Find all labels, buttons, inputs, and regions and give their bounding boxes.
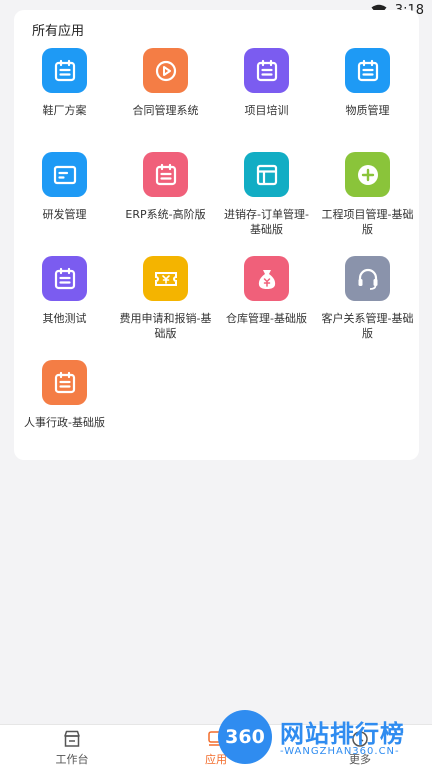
workbench-icon bbox=[64, 730, 80, 747]
watermark-badge: 360 bbox=[218, 710, 272, 764]
money-bag-icon bbox=[244, 256, 289, 301]
app-label: 物质管理 bbox=[345, 104, 390, 117]
card-title: 所有应用 bbox=[32, 24, 85, 39]
display-icon bbox=[42, 152, 87, 197]
calendar-icon bbox=[345, 48, 390, 93]
app-label: 研发管理 bbox=[42, 208, 87, 221]
app-13[interactable]: 人事行政-基础版 bbox=[14, 360, 115, 464]
app-3[interactable]: 项目培训 bbox=[216, 48, 317, 152]
watermark-subtitle: -WANGZHAN360.CN- bbox=[280, 746, 400, 757]
app-9[interactable]: 其他测试 bbox=[14, 256, 115, 360]
app-1[interactable]: 鞋厂方案 bbox=[14, 48, 115, 152]
calendar-icon bbox=[244, 48, 289, 93]
app-label: 项目培训 bbox=[244, 104, 289, 117]
app-label: 人事行政-基础版 bbox=[24, 416, 105, 429]
app-label: 仓库管理-基础版 bbox=[226, 312, 307, 325]
app-10[interactable]: 费用申请和报销-基础版 bbox=[115, 256, 216, 360]
app-5[interactable]: 研发管理 bbox=[14, 152, 115, 256]
tab-workbench-label: 工作台 bbox=[55, 753, 89, 766]
watermark-title: 网站排行榜 bbox=[280, 720, 405, 748]
all-apps-card: 所有应用 鞋厂方案 合同管理系统 项目培训 物质管理研发管理 ERP系统-高阶版 进销存-… bbox=[14, 10, 419, 460]
ticket-icon bbox=[143, 256, 188, 301]
calendar-icon bbox=[42, 48, 87, 93]
app-label: 其他测试 bbox=[42, 312, 87, 325]
layout-icon bbox=[244, 152, 289, 197]
tab-workbench[interactable]: 工作台 bbox=[37, 729, 107, 767]
headset-icon bbox=[345, 256, 390, 301]
app-label: 客户关系管理-基础版 bbox=[321, 312, 414, 340]
app-7[interactable]: 进销存-订单管理-基础版 bbox=[216, 152, 317, 256]
app-12[interactable]: 客户关系管理-基础版 bbox=[317, 256, 418, 360]
calendar-icon bbox=[42, 360, 87, 405]
app-label: 工程项目管理-基础版 bbox=[321, 208, 414, 236]
app-label: 合同管理系统 bbox=[132, 104, 199, 117]
app-8[interactable]: 工程项目管理-基础版 bbox=[317, 152, 418, 256]
app-grid: 鞋厂方案 合同管理系统 项目培训 物质管理研发管理 ERP系统-高阶版 进销存-订单管理-… bbox=[14, 48, 419, 464]
plus-circle-icon bbox=[345, 152, 390, 197]
play-icon bbox=[143, 48, 188, 93]
app-label: 进销存-订单管理-基础版 bbox=[224, 208, 309, 236]
app-label: 费用申请和报销-基础版 bbox=[119, 312, 212, 340]
app-2[interactable]: 合同管理系统 bbox=[115, 48, 216, 152]
app-label: ERP系统-高阶版 bbox=[125, 208, 206, 221]
calendar-icon bbox=[143, 152, 188, 197]
watermark-logo: 360 网站排行榜 -WANGZHAN360.CN- bbox=[218, 710, 428, 766]
app-11[interactable]: 仓库管理-基础版 bbox=[216, 256, 317, 360]
app-6[interactable]: ERP系统-高阶版 bbox=[115, 152, 216, 256]
app-4[interactable]: 物质管理 bbox=[317, 48, 418, 152]
calendar-icon bbox=[42, 256, 87, 301]
app-label: 鞋厂方案 bbox=[42, 104, 87, 117]
